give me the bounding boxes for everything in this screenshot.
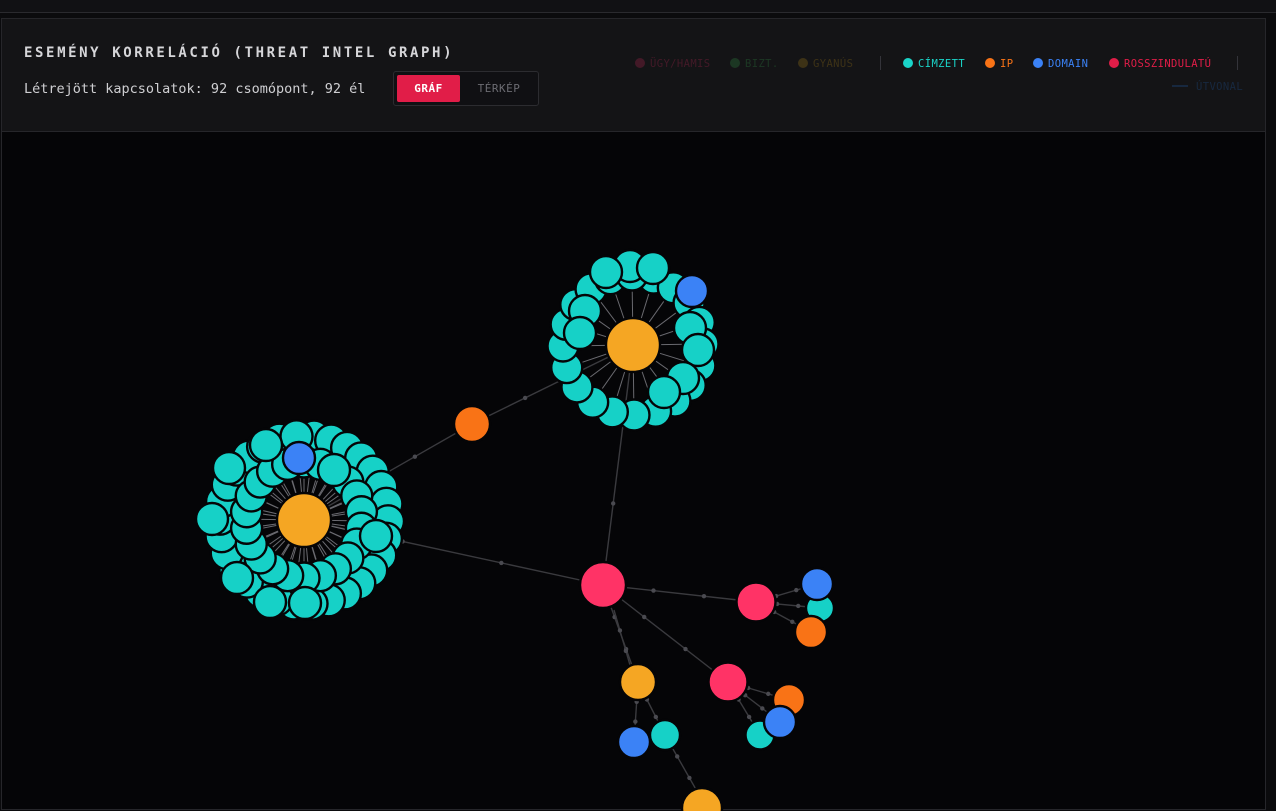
- recipient-node[interactable]: [588, 254, 624, 290]
- edge-marker: [796, 603, 801, 609]
- hub-node[interactable]: [604, 316, 662, 374]
- recipient-node[interactable]: [316, 452, 352, 488]
- graph-nodes: [194, 248, 836, 811]
- edge-marker: [790, 619, 795, 624]
- legend-label-malicious: ROSSZINDULATÚ: [1124, 58, 1212, 70]
- hub-node[interactable]: [680, 786, 724, 811]
- edge-marker: [642, 614, 647, 620]
- legend-dot-false-case: [635, 58, 645, 68]
- recipient-node[interactable]: [635, 250, 671, 286]
- domain-node[interactable]: [762, 704, 798, 740]
- correlation-graph[interactable]: [2, 131, 1265, 811]
- domain-node[interactable]: [674, 273, 710, 309]
- edge-marker: [701, 594, 707, 599]
- malicious-node[interactable]: [735, 581, 777, 623]
- legend-item-domain[interactable]: DOMAIN: [1033, 56, 1088, 72]
- recipient-node[interactable]: [248, 427, 284, 463]
- recipient-node[interactable]: [287, 585, 323, 621]
- ip-node[interactable]: [793, 614, 829, 650]
- legend-label-suspicious: GYANÚS: [813, 58, 854, 70]
- panel-header: ESEMÉNY KORRELÁCIÓ (THREAT INTEL GRAPH) …: [2, 19, 1265, 132]
- legend-divider: [880, 56, 881, 70]
- edge-marker: [687, 775, 692, 781]
- legend-item-malicious[interactable]: ROSSZINDULATÚ: [1109, 56, 1211, 72]
- legend-dot-malicious: [1109, 58, 1119, 68]
- recipient-node[interactable]: [252, 584, 288, 620]
- legend-label-path: ÚTVONAL: [1196, 81, 1244, 93]
- legend-label-recipient: CÍMZETT: [918, 58, 966, 70]
- domain-node[interactable]: [281, 440, 317, 476]
- edge-marker: [794, 587, 799, 593]
- domain-node[interactable]: [616, 724, 652, 760]
- recipient-node[interactable]: [646, 374, 682, 410]
- edge-marker: [617, 628, 623, 633]
- legend-item-recipient[interactable]: CÍMZETT: [903, 56, 965, 72]
- edge-marker: [499, 560, 504, 566]
- hub-node[interactable]: [275, 491, 333, 549]
- view-toggle: GRÁF TÉRKÉP: [393, 71, 539, 106]
- recipient-node[interactable]: [562, 315, 598, 351]
- hub-node[interactable]: [618, 662, 658, 702]
- graph-stats: Létrejött kapcsolatok: 92 csomópont, 92 …: [24, 81, 366, 97]
- recipient-node[interactable]: [194, 501, 230, 537]
- legend-dot-suspicious: [798, 58, 808, 68]
- legend-divider: [1237, 56, 1238, 70]
- graph-view-button[interactable]: GRÁF: [397, 75, 460, 102]
- correlation-panel: ESEMÉNY KORRELÁCIÓ (THREAT INTEL GRAPH) …: [1, 18, 1266, 811]
- page-title: ESEMÉNY KORRELÁCIÓ (THREAT INTEL GRAPH): [24, 45, 455, 61]
- edge-marker: [633, 719, 638, 724]
- recipient-node[interactable]: [211, 450, 247, 486]
- legend-item-safe[interactable]: BIZT.: [730, 56, 779, 72]
- top-strip: [0, 0, 1276, 13]
- edge-marker: [683, 646, 688, 652]
- legend-label-false-case: ÜGY/HAMIS: [650, 58, 711, 70]
- malicious-node[interactable]: [707, 661, 749, 703]
- edge-marker: [412, 454, 418, 459]
- legend-label-safe: BIZT.: [745, 58, 779, 70]
- legend-dot-recipient: [903, 58, 913, 68]
- legend-dot-domain: [1033, 58, 1043, 68]
- legend-dot-ip: [985, 58, 995, 68]
- edge-marker: [623, 648, 629, 654]
- recipient-node[interactable]: [219, 560, 255, 596]
- edge-marker: [522, 395, 528, 401]
- recipient-node[interactable]: [680, 332, 716, 368]
- edge-marker: [651, 588, 656, 593]
- legend-label-ip: IP: [1000, 58, 1014, 70]
- legend-label-domain: DOMAIN: [1048, 58, 1089, 70]
- malicious-node[interactable]: [578, 560, 628, 610]
- edge-marker: [611, 501, 616, 506]
- edge-malicious-hub: [613, 609, 633, 673]
- legend-item-suspicious[interactable]: GYANÚS: [798, 56, 853, 72]
- edge-marker: [675, 754, 680, 759]
- edge-marker: [653, 714, 659, 720]
- edge-marker: [760, 706, 765, 711]
- legend-item-path[interactable]: ÚTVONAL: [1172, 79, 1243, 95]
- recipient-node[interactable]: [358, 518, 394, 554]
- legend-item-ip[interactable]: IP: [985, 56, 1013, 72]
- map-view-button[interactable]: TÉRKÉP: [464, 75, 534, 102]
- legend-item-false-case[interactable]: ÜGY/HAMIS: [635, 56, 711, 72]
- ip-node[interactable]: [452, 404, 492, 444]
- edge-marker: [746, 714, 752, 720]
- recipient-node[interactable]: [648, 718, 682, 752]
- domain-node[interactable]: [799, 566, 835, 602]
- legend-dot-safe: [730, 58, 740, 68]
- edge-marker: [766, 691, 771, 697]
- legend-line-path: [1172, 85, 1188, 87]
